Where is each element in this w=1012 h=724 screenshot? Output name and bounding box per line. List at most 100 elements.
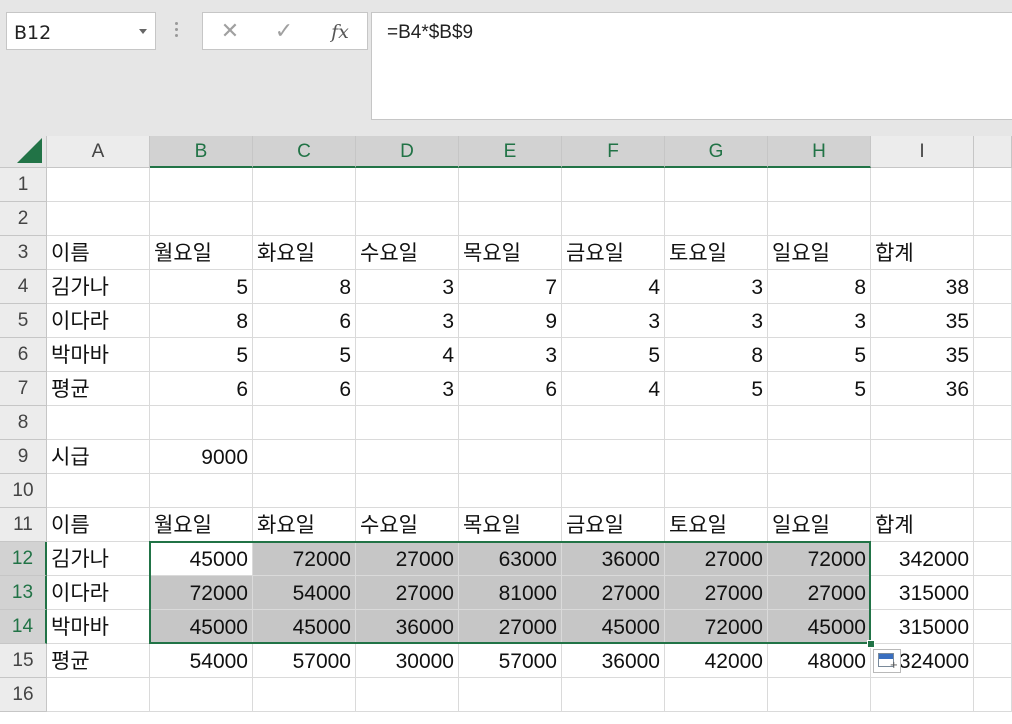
column-header-a[interactable]: A xyxy=(47,136,150,168)
cell-c3[interactable]: 화요일 xyxy=(253,236,356,270)
cell-g11[interactable]: 토요일 xyxy=(665,508,768,542)
cell-h6[interactable]: 5 xyxy=(768,338,871,372)
cell-e12[interactable]: 63000 xyxy=(459,542,562,576)
cell-i11[interactable]: 합계 xyxy=(871,508,974,542)
cell-g16[interactable] xyxy=(665,678,768,712)
row-header-9[interactable]: 9 xyxy=(0,440,47,474)
cell-a4[interactable]: 김가나 xyxy=(47,270,150,304)
cell-j7[interactable] xyxy=(974,372,1012,406)
cell-e16[interactable] xyxy=(459,678,562,712)
cell-f6[interactable]: 5 xyxy=(562,338,665,372)
cell-f2[interactable] xyxy=(562,202,665,236)
cell-b12[interactable]: 45000 xyxy=(150,542,253,576)
cell-h1[interactable] xyxy=(768,168,871,202)
fill-handle[interactable] xyxy=(867,640,875,648)
cell-b16[interactable] xyxy=(150,678,253,712)
cell-a2[interactable] xyxy=(47,202,150,236)
cell-j11[interactable] xyxy=(974,508,1012,542)
cell-a9[interactable]: 시급 xyxy=(47,440,150,474)
cell-e2[interactable] xyxy=(459,202,562,236)
cell-b14[interactable]: 45000 xyxy=(150,610,253,644)
cell-b13[interactable]: 72000 xyxy=(150,576,253,610)
cell-i10[interactable] xyxy=(871,474,974,508)
cell-a15[interactable]: 평균 xyxy=(47,644,150,678)
cell-f11[interactable]: 금요일 xyxy=(562,508,665,542)
cell-j5[interactable] xyxy=(974,304,1012,338)
column-header-b[interactable]: B xyxy=(150,136,253,168)
cell-g6[interactable]: 8 xyxy=(665,338,768,372)
cell-d14[interactable]: 36000 xyxy=(356,610,459,644)
cell-j4[interactable] xyxy=(974,270,1012,304)
cell-i7[interactable]: 36 xyxy=(871,372,974,406)
cell-g5[interactable]: 3 xyxy=(665,304,768,338)
cell-a3[interactable]: 이름 xyxy=(47,236,150,270)
cell-h8[interactable] xyxy=(768,406,871,440)
cell-c16[interactable] xyxy=(253,678,356,712)
cell-h4[interactable]: 8 xyxy=(768,270,871,304)
cell-i13[interactable]: 315000 xyxy=(871,576,974,610)
column-header-d[interactable]: D xyxy=(356,136,459,168)
cell-j3[interactable] xyxy=(974,236,1012,270)
cell-i9[interactable] xyxy=(871,440,974,474)
cell-d1[interactable] xyxy=(356,168,459,202)
cell-d6[interactable]: 4 xyxy=(356,338,459,372)
cell-a16[interactable] xyxy=(47,678,150,712)
cell-g9[interactable] xyxy=(665,440,768,474)
cell-d4[interactable]: 3 xyxy=(356,270,459,304)
cell-g13[interactable]: 27000 xyxy=(665,576,768,610)
cell-j15[interactable] xyxy=(974,644,1012,678)
cell-a8[interactable] xyxy=(47,406,150,440)
cell-b15[interactable]: 54000 xyxy=(150,644,253,678)
row-header-2[interactable]: 2 xyxy=(0,202,47,236)
cell-d16[interactable] xyxy=(356,678,459,712)
cell-g8[interactable] xyxy=(665,406,768,440)
cell-f9[interactable] xyxy=(562,440,665,474)
cell-e15[interactable]: 57000 xyxy=(459,644,562,678)
cell-e11[interactable]: 목요일 xyxy=(459,508,562,542)
row-header-1[interactable]: 1 xyxy=(0,168,47,202)
cell-b4[interactable]: 5 xyxy=(150,270,253,304)
cell-i16[interactable] xyxy=(871,678,974,712)
cell-b6[interactable]: 5 xyxy=(150,338,253,372)
cell-a7[interactable]: 평균 xyxy=(47,372,150,406)
column-header-g[interactable]: G xyxy=(665,136,768,168)
row-header-3[interactable]: 3 xyxy=(0,236,47,270)
cancel-icon[interactable]: ✕ xyxy=(215,18,245,46)
cell-e5[interactable]: 9 xyxy=(459,304,562,338)
row-header-14[interactable]: 14 xyxy=(0,610,47,644)
cell-e13[interactable]: 81000 xyxy=(459,576,562,610)
cell-c1[interactable] xyxy=(253,168,356,202)
cell-d3[interactable]: 수요일 xyxy=(356,236,459,270)
cell-b1[interactable] xyxy=(150,168,253,202)
cell-j1[interactable] xyxy=(974,168,1012,202)
cell-g1[interactable] xyxy=(665,168,768,202)
cell-j14[interactable] xyxy=(974,610,1012,644)
cell-j9[interactable] xyxy=(974,440,1012,474)
cell-g3[interactable]: 토요일 xyxy=(665,236,768,270)
cell-c5[interactable]: 6 xyxy=(253,304,356,338)
cell-b3[interactable]: 월요일 xyxy=(150,236,253,270)
cell-f15[interactable]: 36000 xyxy=(562,644,665,678)
cell-a13[interactable]: 이다라 xyxy=(47,576,150,610)
cell-e6[interactable]: 3 xyxy=(459,338,562,372)
cell-j8[interactable] xyxy=(974,406,1012,440)
cell-e3[interactable]: 목요일 xyxy=(459,236,562,270)
cell-i6[interactable]: 35 xyxy=(871,338,974,372)
cell-f16[interactable] xyxy=(562,678,665,712)
row-header-7[interactable]: 7 xyxy=(0,372,47,406)
cell-d13[interactable]: 27000 xyxy=(356,576,459,610)
column-header-j[interactable] xyxy=(974,136,1012,168)
formula-bar[interactable]: =B4*$B$9 xyxy=(371,12,1012,120)
row-header-12[interactable]: 12 xyxy=(0,542,47,576)
cell-c15[interactable]: 57000 xyxy=(253,644,356,678)
cell-c2[interactable] xyxy=(253,202,356,236)
cell-b5[interactable]: 8 xyxy=(150,304,253,338)
cell-c8[interactable] xyxy=(253,406,356,440)
cell-j13[interactable] xyxy=(974,576,1012,610)
cell-a1[interactable] xyxy=(47,168,150,202)
cell-i14[interactable]: 315000 xyxy=(871,610,974,644)
row-header-6[interactable]: 6 xyxy=(0,338,47,372)
formula-bar-resize-handle[interactable] xyxy=(175,22,179,42)
cell-c13[interactable]: 54000 xyxy=(253,576,356,610)
cell-c9[interactable] xyxy=(253,440,356,474)
